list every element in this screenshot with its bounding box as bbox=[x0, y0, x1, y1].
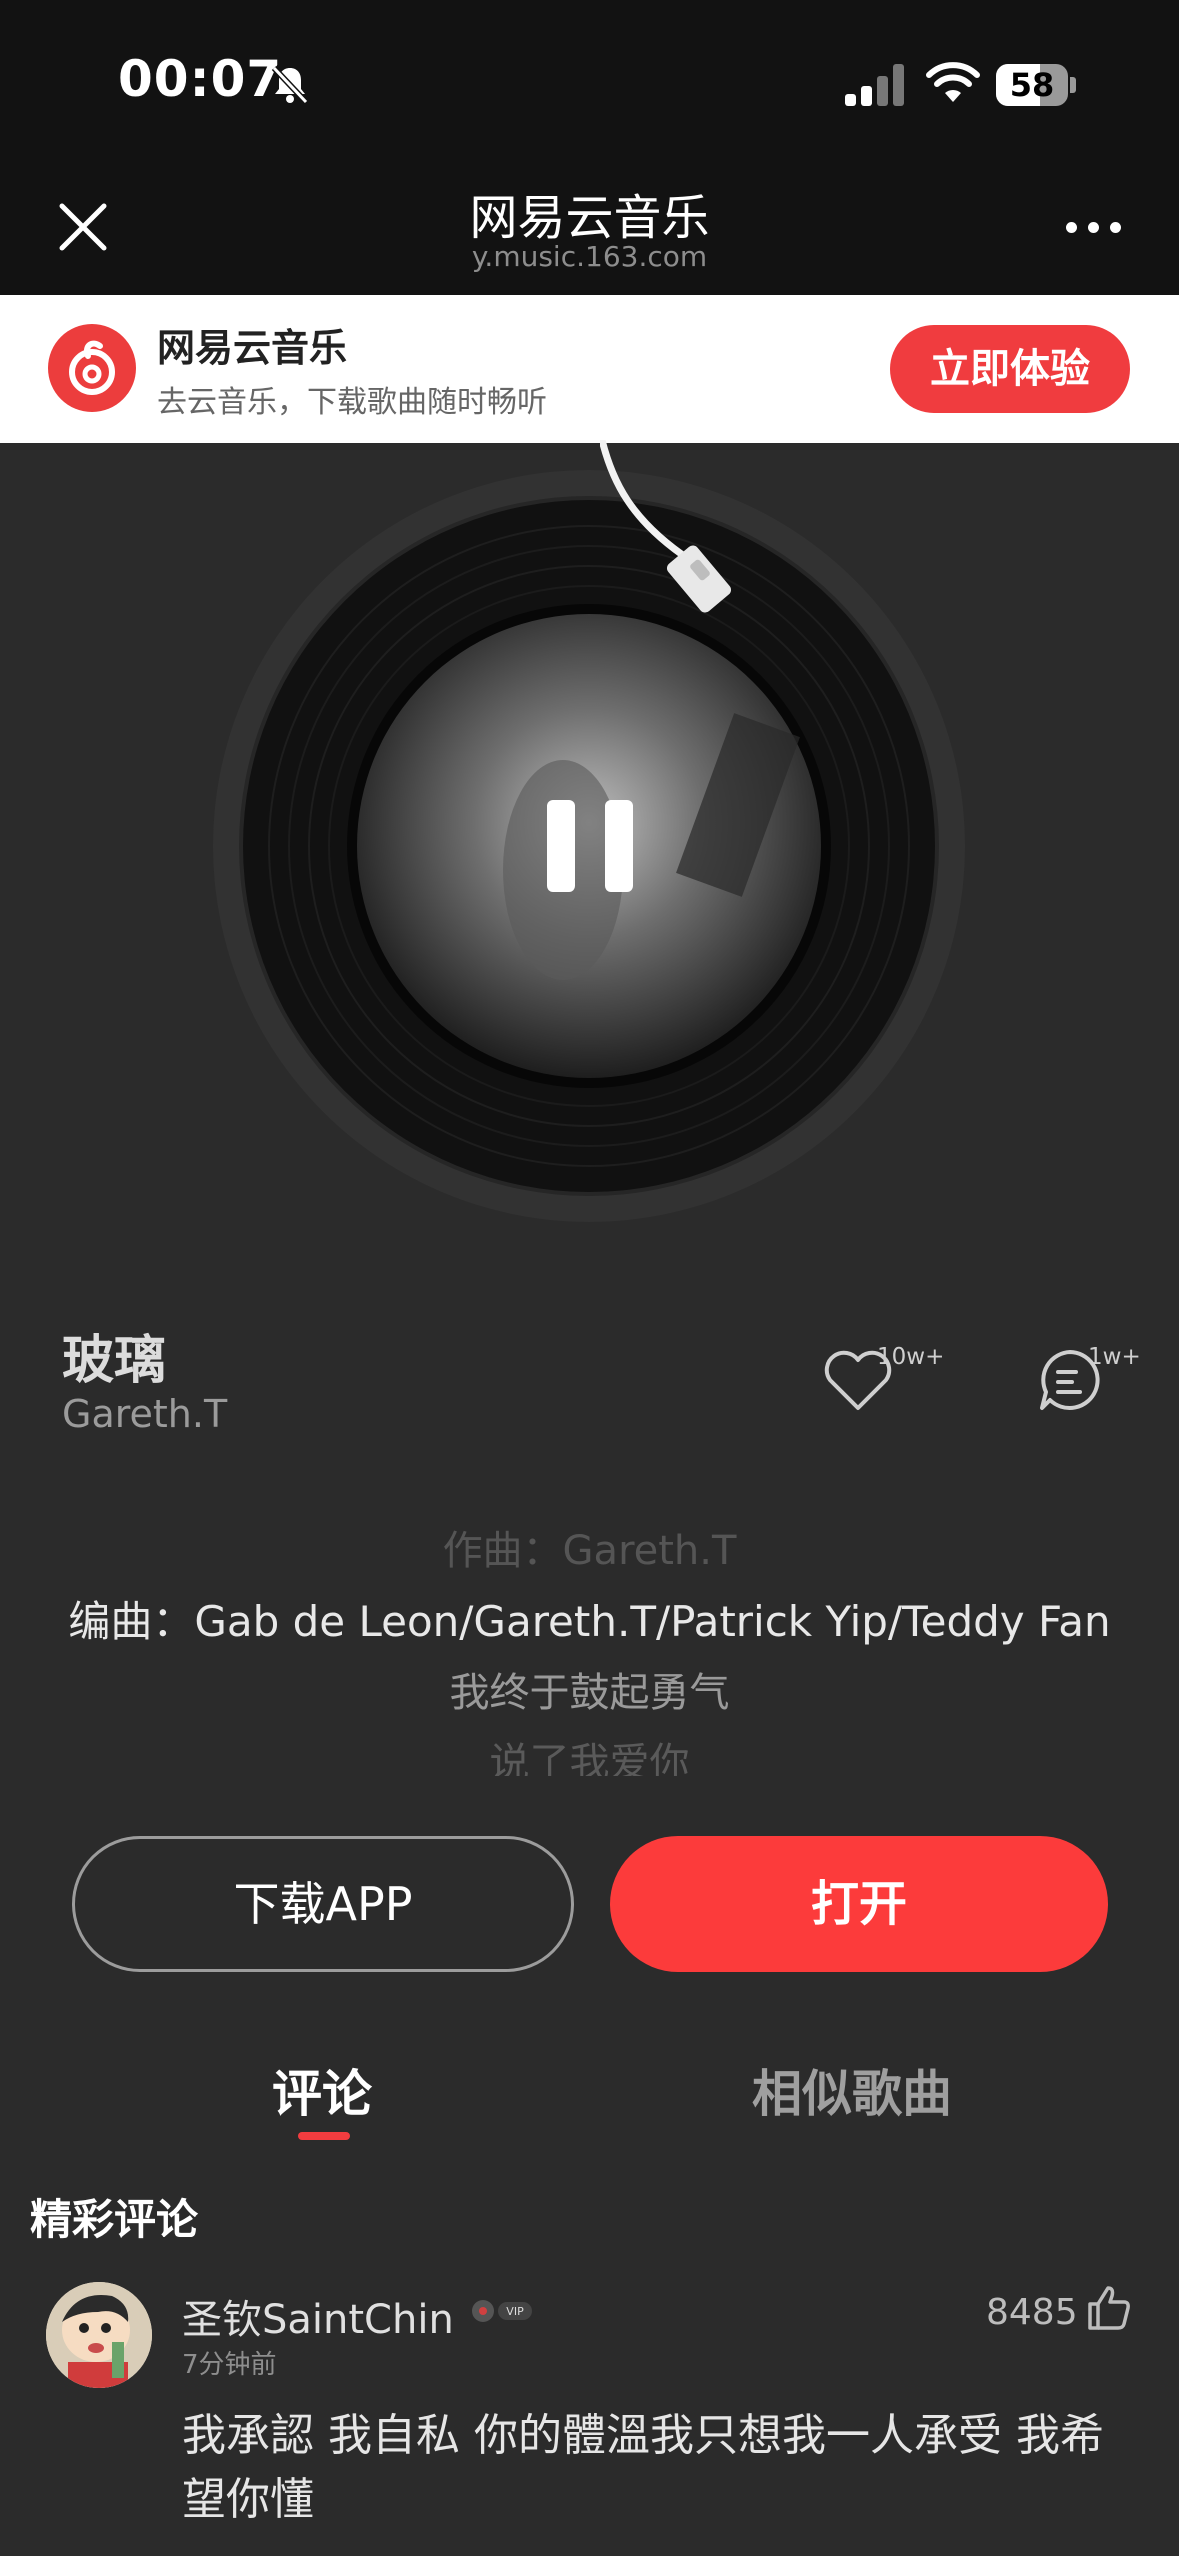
featured-comments-title: 精彩评论 bbox=[30, 2195, 199, 2244]
netease-logo-icon bbox=[48, 324, 136, 412]
banner-title: 网易云音乐 bbox=[157, 326, 348, 370]
comment-text: 我承認 我自私 你的體溫我只想我一人承受 我希望你懂 bbox=[182, 2410, 1104, 2525]
tonearm bbox=[600, 440, 732, 613]
avatar[interactable] bbox=[46, 2282, 152, 2388]
battery-icon: 58 bbox=[996, 64, 1076, 106]
vip-badge-icon: VIP bbox=[472, 2300, 532, 2322]
comment-count: 1w+ bbox=[1088, 1344, 1141, 1370]
lyric-line: 说了我爱你 bbox=[489, 1740, 690, 1776]
open-app-button[interactable]: 打开 bbox=[610, 1836, 1108, 1972]
comment-like-count: 8485 bbox=[986, 2292, 1078, 2333]
song-title: 玻璃 bbox=[62, 1331, 167, 1391]
pause-icon[interactable] bbox=[547, 800, 633, 892]
active-tab-indicator bbox=[298, 2132, 350, 2140]
more-icon[interactable] bbox=[1066, 222, 1122, 234]
battery-level: 58 bbox=[1009, 66, 1055, 104]
app-banner: 网易云音乐 去云音乐，下载歌曲随时畅听 立即体验 bbox=[0, 295, 1179, 443]
download-app-button[interactable]: 下载APP bbox=[72, 1836, 574, 1972]
cellular-signal-icon bbox=[845, 64, 905, 106]
wifi-icon bbox=[926, 62, 980, 102]
comment-time: 7分钟前 bbox=[182, 2350, 277, 2380]
thumbs-up-icon[interactable] bbox=[1084, 2284, 1132, 2332]
mute-bell-icon bbox=[271, 65, 309, 105]
tab-comments[interactable]: 评论 bbox=[272, 2054, 372, 2126]
status-time: 00:07 bbox=[118, 50, 283, 108]
nav-title: 网易云音乐 bbox=[469, 190, 710, 246]
banner-subtitle: 去云音乐，下载歌曲随时畅听 bbox=[157, 385, 547, 420]
lyric-line-current: 编曲：Gab de Leon/Gareth.T/Patrick Yip/Tedd… bbox=[68, 1597, 1111, 1646]
tab-similar-songs[interactable]: 相似歌曲 bbox=[752, 2054, 952, 2126]
nav-url: y.music.163.com bbox=[471, 240, 708, 273]
lyric-line: 我终于鼓起勇气 bbox=[449, 1670, 730, 1716]
lyric-line: 作曲：Gareth.T bbox=[442, 1528, 737, 1574]
vip-badge-text: VIP bbox=[506, 2305, 524, 2318]
try-now-button[interactable]: 立即体验 bbox=[890, 325, 1130, 413]
like-count: 10w+ bbox=[877, 1344, 945, 1370]
song-artist[interactable]: Gareth.T bbox=[62, 1392, 227, 1436]
comment-username[interactable]: 圣钦SaintChin bbox=[182, 2287, 454, 2345]
status-bar: 00:07 58 bbox=[0, 0, 1179, 180]
